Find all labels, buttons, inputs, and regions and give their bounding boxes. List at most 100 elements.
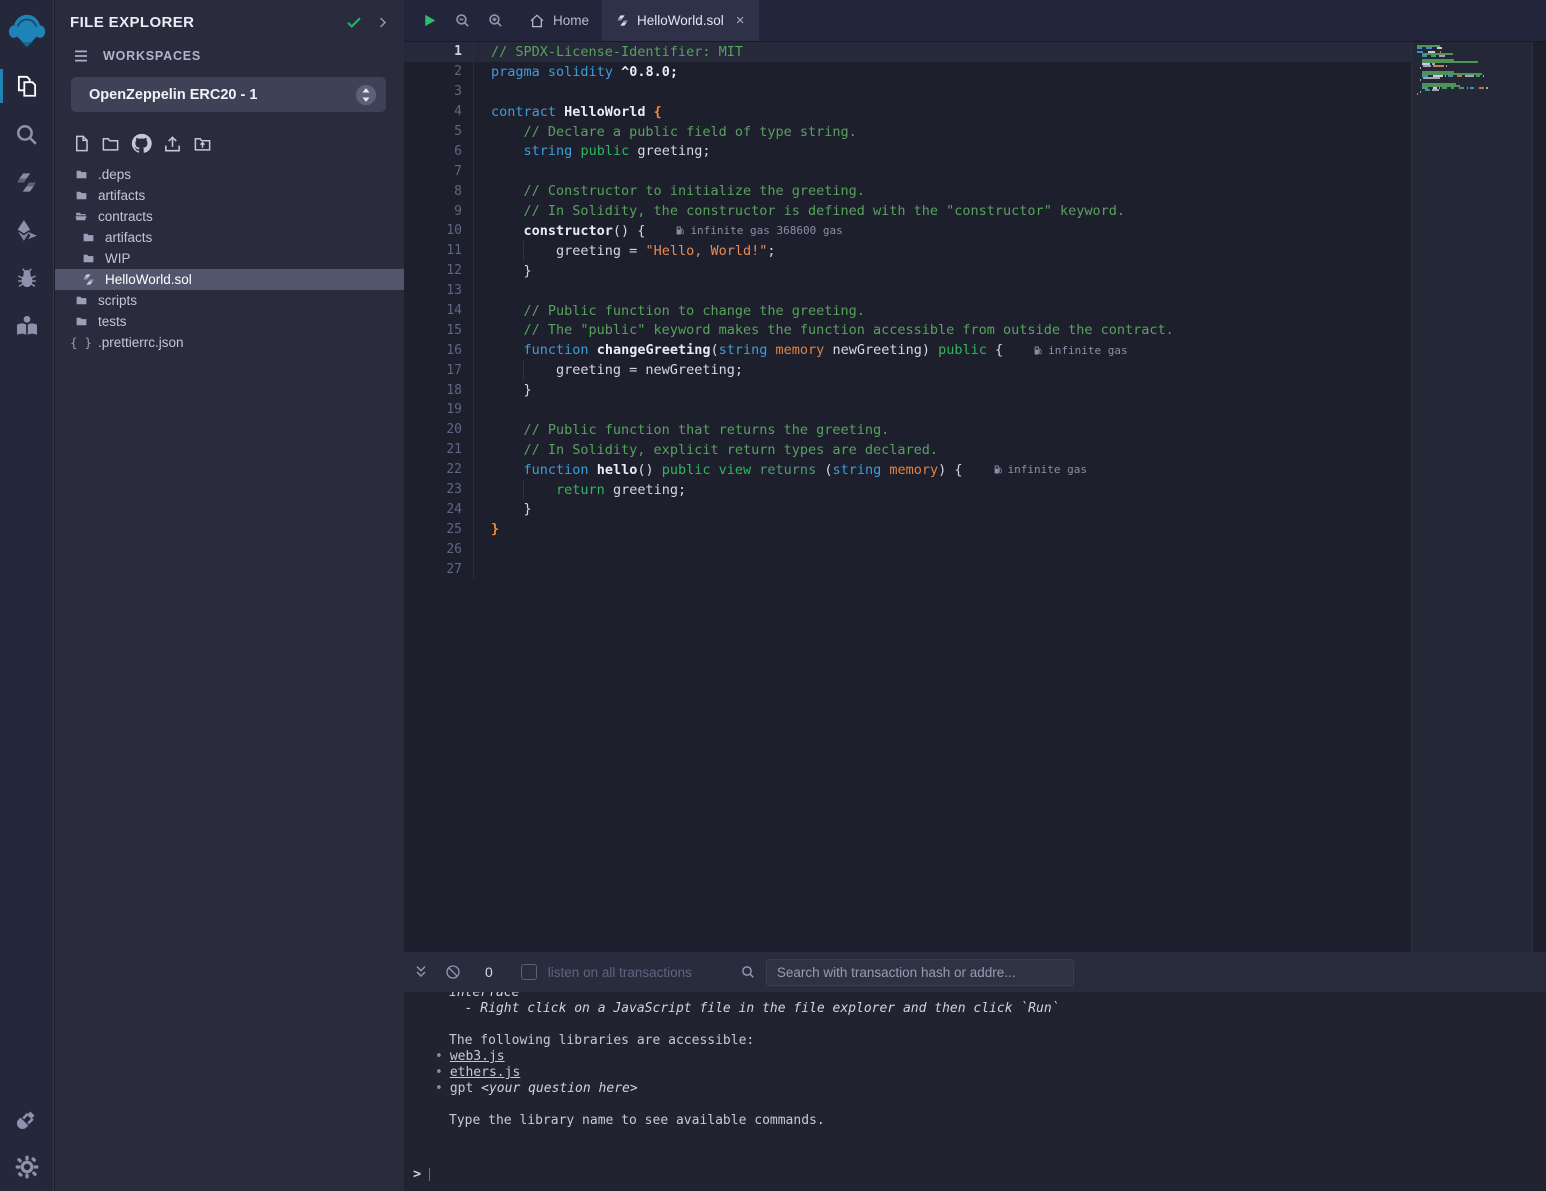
upload-folder-icon[interactable] [192, 134, 213, 153]
clear-console-icon[interactable] [445, 964, 461, 980]
search-icon[interactable] [0, 110, 54, 158]
bullet-icon: • [435, 1065, 443, 1080]
file-explorer-icon[interactable] [0, 62, 54, 110]
code-line: 5 // Declare a public field of type stri… [404, 122, 1546, 142]
listen-transactions-checkbox[interactable] [521, 964, 537, 980]
file-explorer-header: FILE EXPLORER [55, 0, 404, 31]
debugger-icon[interactable] [0, 254, 54, 302]
run-script-button[interactable] [421, 12, 438, 29]
code-line-text: // In Solidity, the constructor is defin… [462, 203, 1125, 219]
code-line: 13 [404, 281, 1546, 301]
home-icon [529, 13, 545, 29]
line-number: 14 [404, 303, 462, 318]
tree-item-label: contracts [98, 209, 153, 224]
tab-label: Home [553, 13, 589, 28]
check-icon[interactable] [345, 13, 363, 31]
github-icon[interactable] [130, 132, 153, 155]
line-number: 26 [404, 542, 462, 557]
code-line-text: function hello() public view returns (st… [462, 462, 963, 478]
plugin-manager-icon[interactable] [0, 1095, 54, 1143]
terminal-link[interactable]: ethers.js [450, 1065, 520, 1080]
upload-file-icon[interactable] [162, 134, 183, 154]
line-number: 17 [404, 363, 462, 378]
tree-item-label: scripts [98, 293, 137, 308]
tree-item-scripts[interactable]: scripts [55, 290, 404, 311]
minimap[interactable] [1411, 42, 1533, 952]
zoom-in-icon[interactable] [487, 12, 504, 29]
editor-tabbar: Home HelloWorld.sol× [404, 0, 1546, 42]
remix-logo-icon[interactable] [0, 0, 54, 62]
hamburger-menu-icon[interactable] [72, 48, 90, 64]
minimap-code-preview [1412, 42, 1532, 99]
workspace-switch-icon[interactable] [355, 84, 377, 106]
indent-guide [523, 360, 524, 380]
tree-item-artifacts[interactable]: artifacts [55, 185, 404, 206]
learneth-icon[interactable] [0, 302, 54, 350]
new-file-icon[interactable] [72, 134, 91, 153]
folder-icon [73, 168, 89, 181]
tree-item-helloworld-sol[interactable]: HelloWorld.sol [55, 269, 404, 290]
code-line: 9 // In Solidity, the constructor is def… [404, 201, 1546, 221]
expand-terminal-icon[interactable] [413, 964, 429, 980]
folder-open-icon [73, 210, 89, 223]
line-number: 11 [404, 243, 462, 258]
terminal-line [404, 1017, 1546, 1033]
code-line: 16 function changeGreeting(string memory… [404, 340, 1546, 360]
zoom-out-icon[interactable] [454, 12, 471, 29]
transaction-count: 0 [485, 964, 493, 980]
terminal-link[interactable]: web3.js [450, 1049, 505, 1064]
terminal-caret [429, 1168, 430, 1181]
gas-estimate-widget: infinite gas 368600 gas [675, 224, 842, 237]
minimap-line [1417, 97, 1532, 99]
tab-home[interactable]: Home [516, 0, 603, 41]
code-line: 8 // Constructor to initialize the greet… [404, 181, 1546, 201]
code-line-text: } [462, 263, 532, 279]
line-number: 19 [404, 402, 462, 417]
tree-item-label: artifacts [98, 188, 145, 203]
solidity-file-icon [616, 14, 629, 27]
chevron-right-icon[interactable] [375, 15, 390, 30]
tree-item--deps[interactable]: .deps [55, 164, 404, 185]
line-number: 1 [404, 44, 462, 59]
workspace-select[interactable]: OpenZeppelin ERC20 - 1 [71, 77, 386, 112]
terminal-line: The following libraries are accessible: [404, 1033, 1546, 1049]
code-line-text: constructor() { [462, 223, 645, 239]
line-number: 3 [404, 84, 462, 99]
folder-icon [73, 294, 89, 307]
code-line-text: } [462, 521, 499, 537]
terminal-search-input[interactable] [766, 959, 1074, 986]
code-line-text: // Declare a public field of type string… [462, 124, 857, 140]
code-line-text: // SPDX-License-Identifier: MIT [462, 44, 743, 60]
code-line: 22 function hello() public view returns … [404, 460, 1546, 480]
settings-icon[interactable] [0, 1143, 54, 1191]
code-editor[interactable]: 1// SPDX-License-Identifier: MIT2pragma … [404, 42, 1546, 579]
gas-estimate-widget: infinite gas [993, 463, 1087, 476]
code-line: 21 // In Solidity, explicit return types… [404, 440, 1546, 460]
terminal-prompt-input[interactable]: > [413, 1166, 1513, 1182]
line-number: 20 [404, 422, 462, 437]
code-line: 6 string public greeting; [404, 141, 1546, 161]
line-number: 13 [404, 283, 462, 298]
file-explorer-panel: FILE EXPLORER WORKSPACES OpenZeppelin ER… [55, 0, 404, 1191]
tree-item-contracts[interactable]: contracts [55, 206, 404, 227]
tree-item-wip[interactable]: WIP [55, 248, 404, 269]
code-line: 25} [404, 519, 1546, 539]
tree-item-label: artifacts [105, 230, 152, 245]
tree-item-artifacts[interactable]: artifacts [55, 227, 404, 248]
deploy-run-icon[interactable] [0, 206, 54, 254]
tab-close-icon[interactable]: × [736, 12, 745, 29]
tree-item-tests[interactable]: tests [55, 311, 404, 332]
code-line: 10 constructor() { infinite gas 368600 ga… [404, 221, 1546, 241]
code-line: 24 } [404, 499, 1546, 519]
tree-item--prettierrc-json[interactable]: { }.prettierrc.json [55, 332, 404, 353]
editor-region: Home HelloWorld.sol× 1// SPDX-License-Ide… [404, 0, 1546, 952]
activity-bar [0, 0, 54, 1191]
line-number: 8 [404, 184, 462, 199]
tab-helloworld-sol[interactable]: HelloWorld.sol× [603, 0, 759, 41]
solidity-compiler-icon[interactable] [0, 158, 54, 206]
code-line-text: // In Solidity, explicit return types ar… [462, 442, 938, 458]
code-line: 3 [404, 82, 1546, 102]
line-number: 10 [404, 223, 462, 238]
new-folder-icon[interactable] [100, 134, 121, 153]
prompt-glyph: > [413, 1166, 421, 1182]
